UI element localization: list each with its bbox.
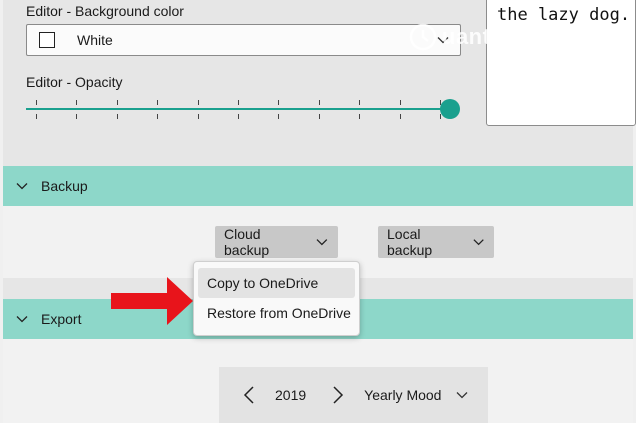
chevron-down-icon — [16, 183, 28, 190]
slider-tick — [319, 114, 320, 119]
color-swatch — [39, 32, 55, 48]
chevron-down-icon — [16, 316, 28, 323]
slider-tick — [36, 100, 37, 105]
local-backup-label: Local backup — [387, 226, 433, 258]
slider-tick — [238, 100, 239, 105]
text-preview-box: the lazy dog. — [486, 0, 636, 126]
slider-tick — [117, 114, 118, 119]
backup-section-header[interactable]: Backup — [3, 166, 633, 206]
menu-item-restore-from-onedrive[interactable]: Restore from OneDrive — [198, 298, 355, 328]
background-color-dropdown[interactable]: White — [26, 24, 461, 56]
background-color-value: White — [77, 32, 113, 48]
slider-tick — [238, 114, 239, 119]
slider-tick — [76, 114, 77, 119]
slider-tick — [36, 114, 37, 119]
watermark-text: uantrimang — [442, 24, 567, 49]
view-mode-value[interactable]: Yearly Mood — [364, 387, 441, 403]
watermark-logo: uantrimang — [408, 22, 567, 52]
slider-tick — [278, 100, 279, 105]
slider-tick — [157, 100, 158, 105]
chevron-left-icon — [243, 386, 254, 404]
chevron-down-icon — [316, 239, 328, 246]
export-section-title: Export — [41, 311, 82, 327]
menu-item-copy-to-onedrive[interactable]: Copy to OneDrive — [198, 268, 355, 298]
red-arrow-annotation — [111, 277, 193, 325]
slider-tick — [157, 114, 158, 119]
slider-tick — [400, 114, 401, 119]
chevron-down-icon — [473, 239, 484, 246]
cloud-backup-menu: Copy to OneDrive Restore from OneDrive — [193, 261, 360, 336]
slider-tick — [278, 114, 279, 119]
slider-tick — [117, 100, 118, 105]
slider-tick — [400, 100, 401, 105]
slider-tick — [198, 114, 199, 119]
previous-year-button[interactable] — [237, 380, 261, 410]
opacity-slider[interactable] — [26, 96, 466, 124]
slider-thumb[interactable] — [440, 99, 460, 119]
year-value: 2019 — [275, 387, 307, 403]
slider-tick — [198, 100, 199, 105]
slider-tick — [76, 100, 77, 105]
opacity-label: Editor - Opacity — [26, 74, 123, 90]
cloud-backup-label: Cloud backup — [224, 226, 270, 258]
cloud-backup-button[interactable]: Cloud backup — [215, 226, 338, 258]
chevron-right-icon — [333, 386, 344, 404]
slider-tick — [359, 114, 360, 119]
slider-track — [26, 108, 450, 110]
local-backup-button[interactable]: Local backup — [378, 226, 494, 258]
background-color-label: Editor - Background color — [26, 3, 184, 19]
slider-tick — [359, 100, 360, 105]
watermark-logo-icon — [409, 23, 437, 51]
year-selector: 2019 Yearly Mood — [219, 367, 488, 423]
chevron-down-icon[interactable] — [455, 388, 469, 402]
slider-tick — [319, 100, 320, 105]
next-year-button[interactable] — [326, 380, 350, 410]
backup-section-title: Backup — [41, 178, 88, 194]
